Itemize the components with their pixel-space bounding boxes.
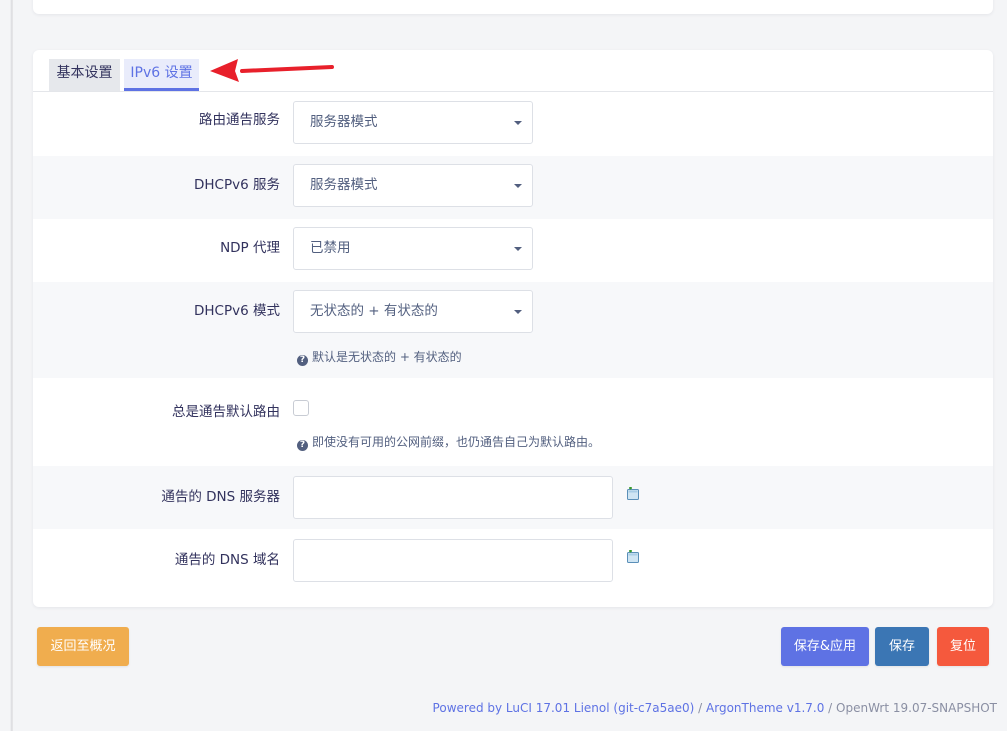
dhcpv6-mode-help-text: 默认是无状态的 + 有状态的: [312, 350, 462, 364]
dhcpv6-service-label: DHCPv6 服务: [194, 177, 280, 193]
back-to-overview-button[interactable]: 返回至概况: [37, 627, 129, 666]
chevron-down-icon: [514, 310, 522, 314]
ndp-proxy-select[interactable]: 已禁用: [293, 227, 533, 270]
annotation-arrow-icon: [210, 59, 334, 82]
dhcpv6-mode-value: 无状态的 + 有状态的: [310, 303, 438, 319]
ra-default-checkbox[interactable]: [293, 400, 309, 416]
ra-default-label: 总是通告默认路由: [172, 404, 280, 420]
chevron-down-icon: [514, 121, 522, 125]
ipv6-settings-card: 基本设置 IPv6 设置 路由通告服务 服务器模式 DHCPv6 服务 服务器模…: [33, 50, 993, 607]
row-dns-domains: 通告的 DNS 域名: [33, 529, 993, 607]
previous-card: [33, 0, 993, 14]
dns-servers-label: 通告的 DNS 服务器: [161, 489, 280, 505]
row-ra-service: 路由通告服务 服务器模式: [33, 93, 993, 156]
reset-button[interactable]: 复位: [937, 627, 989, 666]
luci-link[interactable]: Powered by LuCI 17.01 Lienol (git-c7a5ae…: [433, 701, 695, 715]
add-icon[interactable]: [626, 487, 640, 501]
footer-separator: /: [824, 701, 837, 715]
ndp-proxy-value: 已禁用: [310, 240, 351, 256]
ra-service-select[interactable]: 服务器模式: [293, 101, 533, 144]
footer-separator: /: [694, 701, 707, 715]
ra-default-help: ? 即使没有可用的公网前缀，也仍通告自己为默认路由。: [297, 433, 600, 451]
help-icon: ?: [297, 440, 308, 451]
dhcpv6-mode-help: ? 默认是无状态的 + 有状态的: [297, 348, 462, 366]
dns-domains-label: 通告的 DNS 域名: [174, 552, 280, 568]
dhcpv6-mode-select[interactable]: 无状态的 + 有状态的: [293, 290, 533, 333]
ndp-proxy-label: NDP 代理: [220, 240, 280, 256]
dhcpv6-service-value: 服务器模式: [310, 177, 378, 193]
tab-basic-settings[interactable]: 基本设置: [49, 59, 120, 91]
chevron-down-icon: [514, 184, 522, 188]
ra-service-value: 服务器模式: [310, 114, 378, 130]
help-icon: ?: [297, 355, 308, 366]
row-dns-servers: 通告的 DNS 服务器: [33, 466, 993, 529]
save-and-apply-button[interactable]: 保存&应用: [781, 627, 869, 666]
tab-ipv6-settings[interactable]: IPv6 设置: [124, 59, 199, 91]
sidebar-edge: [0, 0, 13, 731]
dhcpv6-service-select[interactable]: 服务器模式: [293, 164, 533, 207]
dns-domains-input[interactable]: [293, 539, 613, 582]
dhcpv6-mode-label: DHCPv6 模式: [194, 303, 280, 319]
row-ndp-proxy: NDP 代理 已禁用: [33, 219, 993, 282]
add-icon[interactable]: [626, 550, 640, 564]
row-dhcpv6-mode: DHCPv6 模式 无状态的 + 有状态的 ? 默认是无状态的 + 有状态的: [33, 282, 993, 378]
dns-servers-input[interactable]: [293, 476, 613, 519]
ra-default-help-text: 即使没有可用的公网前缀，也仍通告自己为默认路由。: [312, 435, 601, 449]
chevron-down-icon: [514, 247, 522, 251]
argon-theme-link[interactable]: ArgonTheme v1.7.0: [706, 701, 824, 715]
row-ra-default: 总是通告默认路由 ? 即使没有可用的公网前缀，也仍通告自己为默认路由。: [33, 378, 993, 466]
row-dhcpv6-service: DHCPv6 服务 服务器模式: [33, 156, 993, 219]
ra-service-label: 路由通告服务: [199, 112, 280, 128]
footer: Powered by LuCI 17.01 Lienol (git-c7a5ae…: [433, 701, 997, 715]
openwrt-version: OpenWrt 19.07-SNAPSHOT: [836, 701, 997, 715]
save-button[interactable]: 保存: [875, 627, 929, 666]
tab-bar: 基本设置 IPv6 设置: [33, 50, 993, 92]
